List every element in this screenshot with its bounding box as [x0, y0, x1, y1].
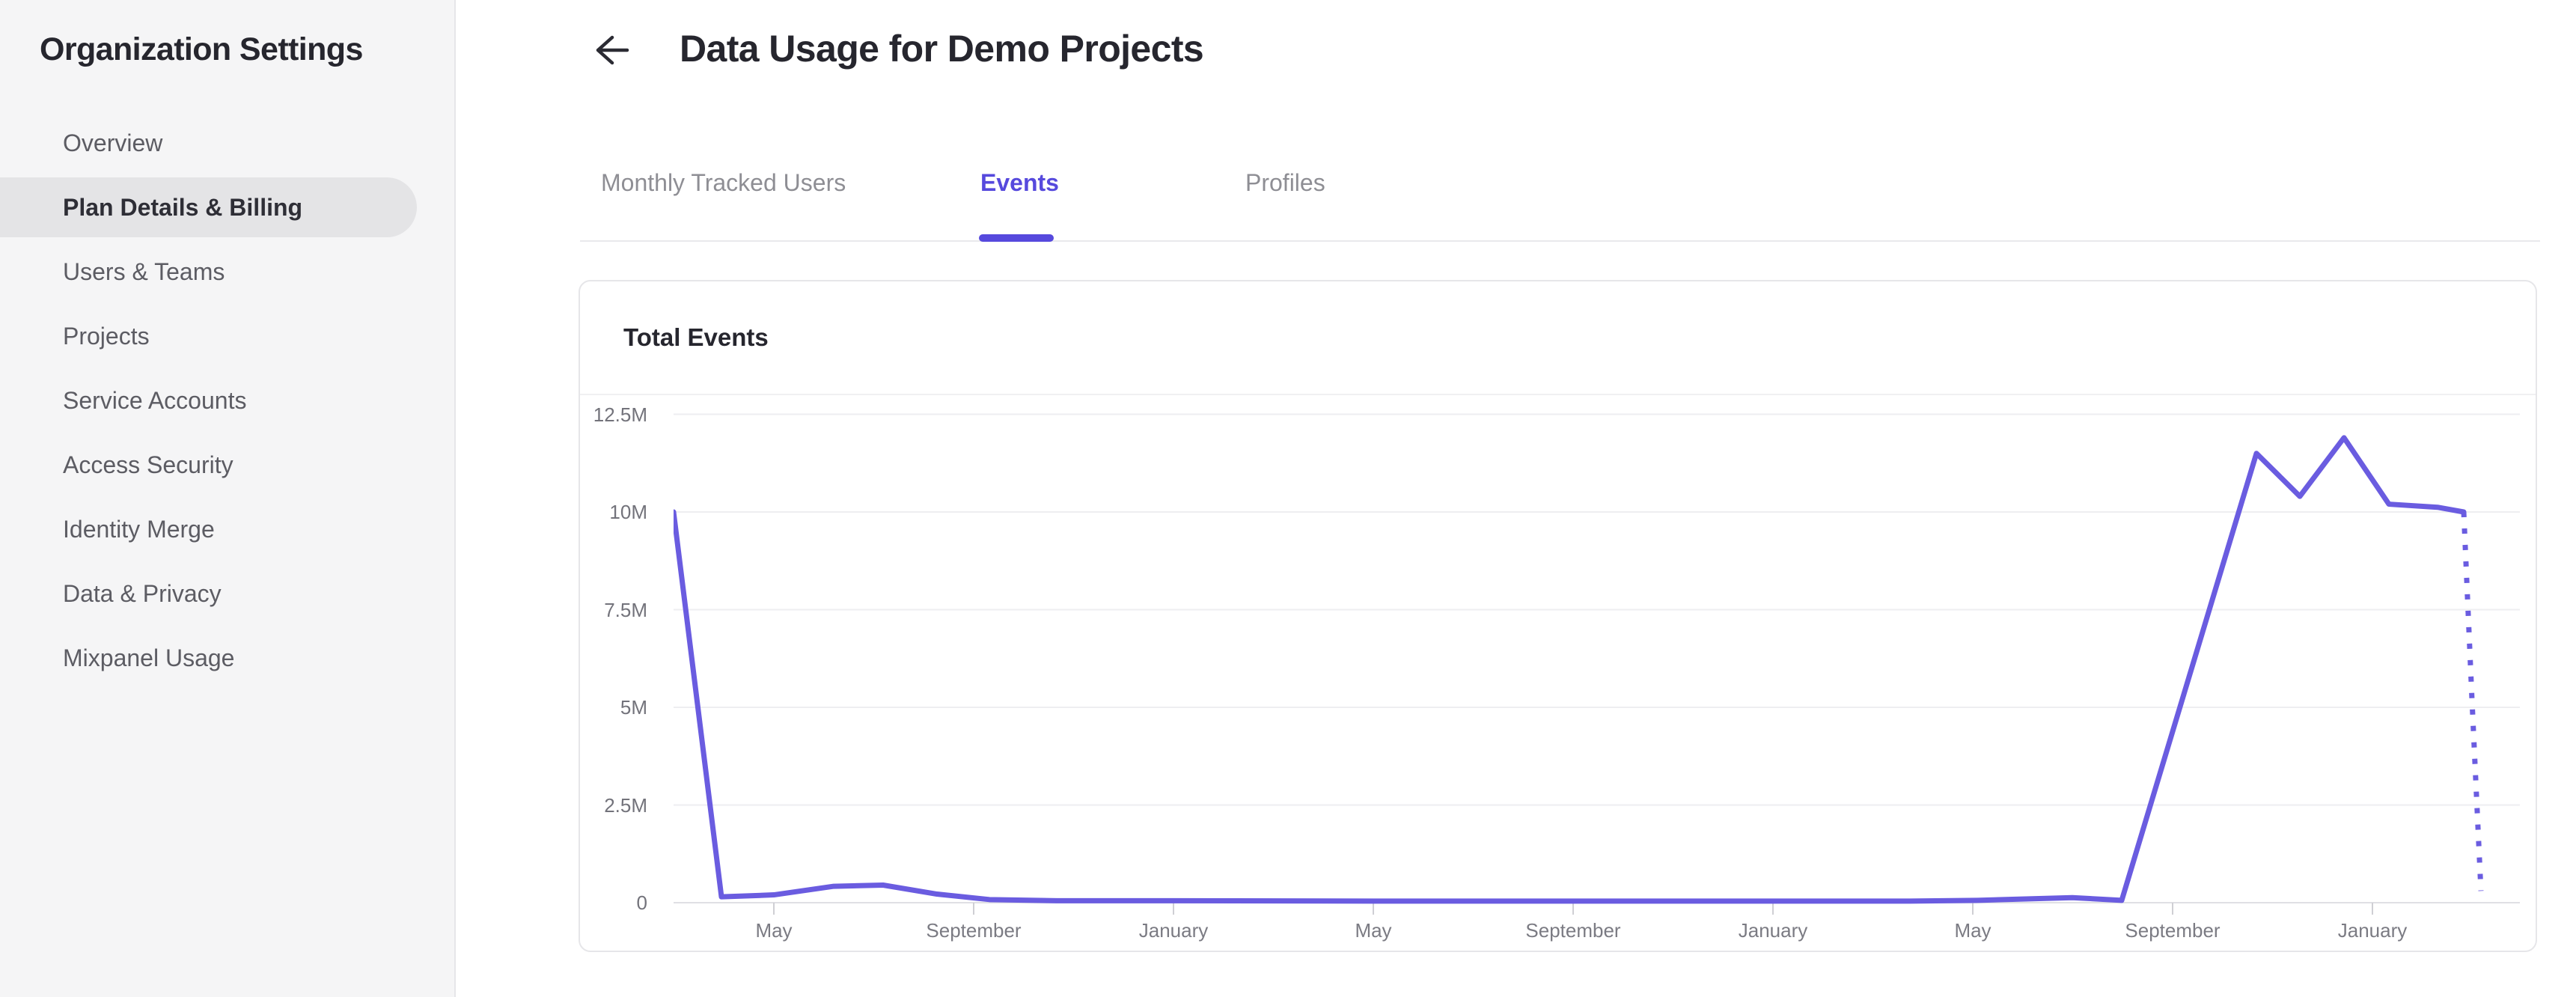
x-axis-label: September — [926, 919, 1022, 942]
x-axis-label: September — [1525, 919, 1621, 942]
x-axis-label: January — [2337, 919, 2408, 942]
x-axis-label: September — [2125, 919, 2221, 942]
tab-events[interactable]: Events — [980, 166, 1059, 199]
chart-line-solid — [674, 435, 2467, 904]
arrow-left-icon — [590, 35, 632, 70]
card-divider — [580, 394, 2536, 395]
y-axis-label: 2.5M — [604, 793, 647, 817]
x-axis-label: May — [1954, 919, 1991, 942]
sidebar-item-access-security[interactable]: Access Security — [0, 433, 454, 497]
tab-monthly-tracked-users[interactable]: Monthly Tracked Users — [601, 166, 846, 199]
sidebar-item-identity-merge[interactable]: Identity Merge — [0, 497, 454, 561]
back-button[interactable] — [588, 31, 633, 70]
x-axis-label: January — [1738, 919, 1808, 942]
line-chart-canvas[interactable] — [674, 402, 2520, 926]
y-axis-label: 10M — [609, 501, 647, 523]
sidebar-nav: Overview Plan Details & Billing Users & … — [0, 111, 454, 690]
x-axis-label: January — [1138, 919, 1209, 942]
tab-divider — [580, 240, 2540, 242]
active-tab-indicator — [979, 234, 1054, 242]
sidebar-item-overview[interactable]: Overview — [0, 111, 454, 175]
x-axis-label: May — [755, 919, 793, 942]
y-axis-label: 0 — [636, 891, 647, 914]
tab-profiles[interactable]: Profiles — [1245, 166, 1325, 199]
y-axis-label: 5M — [620, 696, 647, 719]
sidebar-item-service-accounts[interactable]: Service Accounts — [0, 368, 454, 433]
sidebar: Organization Settings Overview Plan Deta… — [0, 0, 456, 997]
page-title: Data Usage for Demo Projects — [680, 28, 1204, 70]
sidebar-item-data-privacy[interactable]: Data & Privacy — [0, 561, 454, 626]
total-events-card: Total Events 0 2.5M 5M 7.5M 10M 12.5M May Sept… — [579, 280, 2537, 952]
y-axis-label: 12.5M — [593, 403, 647, 426]
sidebar-item-users-teams[interactable]: Users & Teams — [0, 240, 454, 304]
sidebar-item-mixpanel-usage[interactable]: Mixpanel Usage — [0, 626, 454, 690]
chart-line-dotted-projection — [2461, 511, 2484, 891]
organization-settings-page: { "sidebar": { "title": "Organization Se… — [0, 0, 2576, 997]
x-axis-label: May — [1355, 919, 1392, 942]
sidebar-title: Organization Settings — [40, 31, 363, 67]
y-axis-label: 7.5M — [604, 598, 647, 621]
chart-title: Total Events — [623, 323, 769, 351]
sidebar-item-projects[interactable]: Projects — [0, 304, 454, 368]
sidebar-item-plan-details-billing[interactable]: Plan Details & Billing — [0, 177, 417, 237]
